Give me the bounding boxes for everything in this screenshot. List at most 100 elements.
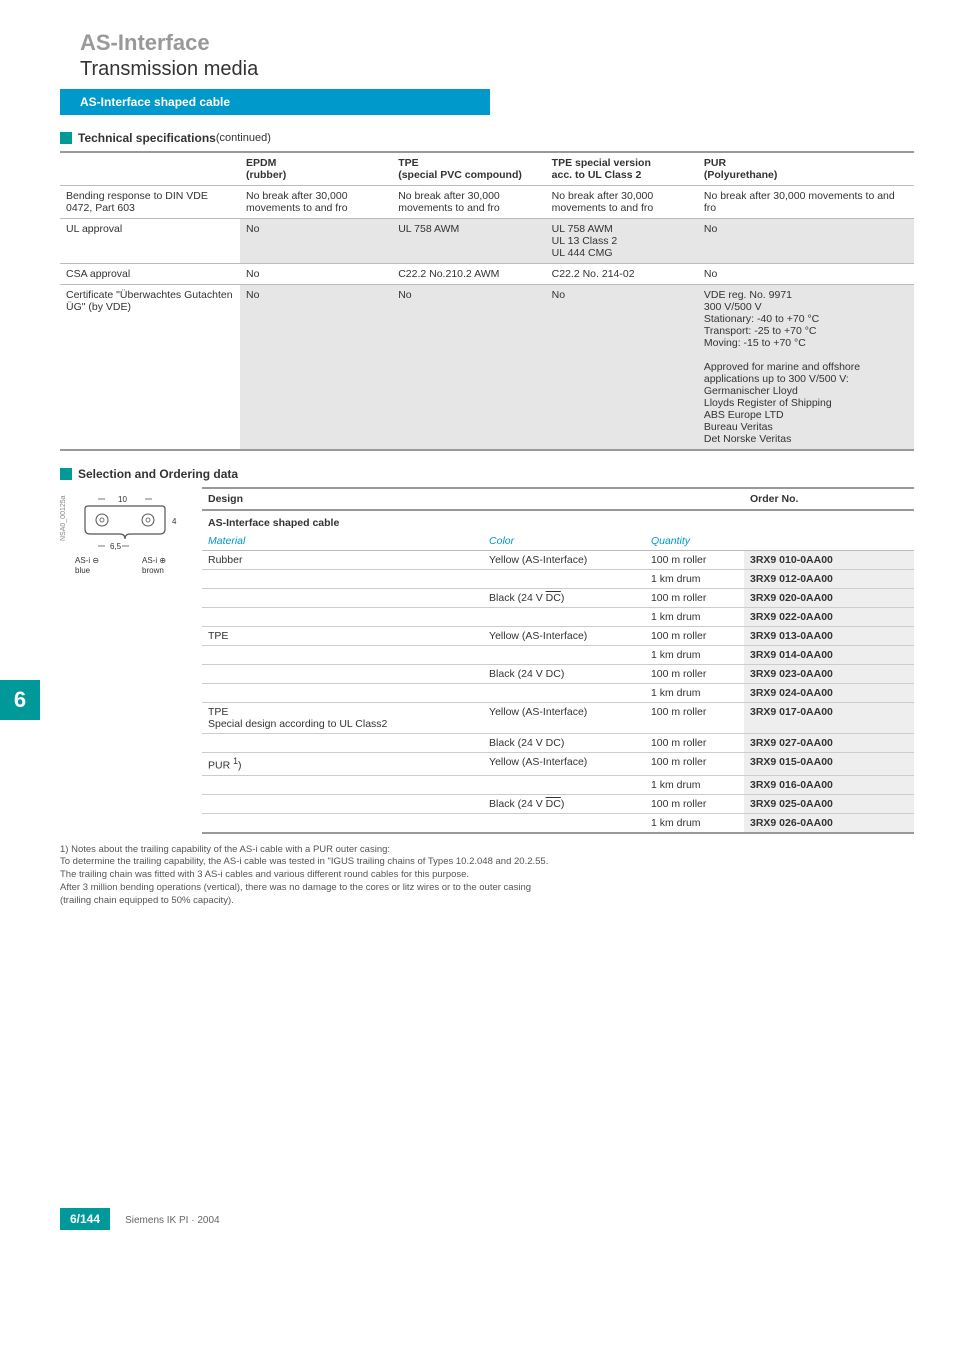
order-row: PUR 1)Yellow (AS-Interface)100 m roller3… <box>202 753 914 776</box>
order-row: RubberYellow (AS-Interface)100 m roller3… <box>202 551 914 570</box>
spec-row-label: UL approval <box>60 219 240 264</box>
order-color: Yellow (AS-Interface) <box>483 703 645 734</box>
order-color <box>483 684 645 703</box>
order-quantity: 1 km drum <box>645 608 744 627</box>
order-material: Rubber <box>202 551 483 570</box>
order-part-number: 3RX9 022-0AA00 <box>744 608 914 627</box>
order-material: TPESpecial design according to UL Class2 <box>202 703 483 734</box>
order-material <box>202 734 483 753</box>
order-row: Black (24 V DC)100 m roller3RX9 025-0AA0… <box>202 794 914 813</box>
order-material <box>202 684 483 703</box>
spec-row-label: Bending response to DIN VDE 0472, Part 6… <box>60 186 240 219</box>
ordering-section-header: Selection and Ordering data <box>60 467 914 481</box>
order-quantity: 100 m roller <box>645 627 744 646</box>
order-quantity: 1 km drum <box>645 813 744 833</box>
spec-row-label: CSA approval <box>60 264 240 285</box>
order-quantity: 100 m roller <box>645 753 744 776</box>
order-color: Black (24 V DC) <box>483 665 645 684</box>
ordering-table: Design Order No. AS-Interface shaped cab… <box>202 487 914 834</box>
order-material: PUR 1) <box>202 753 483 776</box>
order-part-number: 3RX9 014-0AA00 <box>744 646 914 665</box>
tech-spec-table: EPDM(rubber)TPE(special PVC compound)TPE… <box>60 151 914 451</box>
spec-col-header <box>60 152 240 186</box>
order-quantity: 1 km drum <box>645 570 744 589</box>
spec-cell: No break after 30,000 movements to and f… <box>240 186 392 219</box>
spec-cell: No break after 30,000 movements to and f… <box>546 186 698 219</box>
order-row: Black (24 V DC)100 m roller3RX9 027-0AA0… <box>202 734 914 753</box>
spec-cell: UL 758 AWM <box>392 219 545 264</box>
order-row: Black (24 V DC)100 m roller3RX9 020-0AA0… <box>202 589 914 608</box>
order-part-number: 3RX9 026-0AA00 <box>744 813 914 833</box>
tech-spec-section-header: Technical specifications (continued) <box>60 131 914 145</box>
order-part-number: 3RX9 012-0AA00 <box>744 570 914 589</box>
ordering-title: Selection and Ordering data <box>78 467 238 481</box>
order-quantity: 100 m roller <box>645 794 744 813</box>
order-row: 1 km drum3RX9 024-0AA00 <box>202 684 914 703</box>
order-row: Black (24 V DC)100 m roller3RX9 023-0AA0… <box>202 665 914 684</box>
order-row: 1 km drum3RX9 012-0AA00 <box>202 570 914 589</box>
order-color <box>483 813 645 833</box>
page-subtitle: Transmission media <box>80 58 914 81</box>
order-part-number: 3RX9 020-0AA00 <box>744 589 914 608</box>
svg-text:NSA0_00125a: NSA0_00125a <box>60 495 67 541</box>
order-row: TPEYellow (AS-Interface)100 m roller3RX9… <box>202 627 914 646</box>
order-color <box>483 608 645 627</box>
tech-spec-suffix: (continued) <box>216 132 271 144</box>
order-material <box>202 608 483 627</box>
order-part-number: 3RX9 016-0AA00 <box>744 775 914 794</box>
spec-col-header: PUR(Polyurethane) <box>698 152 914 186</box>
spec-row: CSA approvalNoC22.2 No.210.2 AWMC22.2 No… <box>60 264 914 285</box>
spec-row: Certificate "Überwachtes Gutachten ÜG" (… <box>60 285 914 451</box>
order-color: Yellow (AS-Interface) <box>483 753 645 776</box>
order-color <box>483 570 645 589</box>
order-part-number: 3RX9 027-0AA00 <box>744 734 914 753</box>
design-header: Design <box>202 488 744 510</box>
spec-row-label: Certificate "Überwachtes Gutachten ÜG" (… <box>60 285 240 451</box>
footer-text: Siemens IK PI · 2004 <box>125 1215 220 1226</box>
page-footer: 6/144 Siemens IK PI · 2004 <box>60 1208 914 1238</box>
spec-cell: No break after 30,000 movements to and f… <box>392 186 545 219</box>
svg-text:10: 10 <box>118 495 127 504</box>
tech-spec-title: Technical specifications <box>78 131 216 145</box>
svg-text:brown: brown <box>142 566 164 575</box>
order-material: TPE <box>202 627 483 646</box>
spec-cell: VDE reg. No. 9971300 V/500 VStationary: … <box>698 285 914 451</box>
order-no-header: Order No. <box>744 488 914 510</box>
order-quantity: 1 km drum <box>645 684 744 703</box>
spec-cell: No <box>240 264 392 285</box>
svg-text:AS-i ⊕: AS-i ⊕ <box>142 556 166 565</box>
spec-row: Bending response to DIN VDE 0472, Part 6… <box>60 186 914 219</box>
order-material <box>202 665 483 684</box>
spec-cell: No <box>698 264 914 285</box>
spec-cell: UL 758 AWMUL 13 Class 2UL 444 CMG <box>546 219 698 264</box>
order-row: 1 km drum3RX9 016-0AA00 <box>202 775 914 794</box>
order-material <box>202 794 483 813</box>
page-title: AS-Interface <box>80 30 914 56</box>
order-color: Yellow (AS-Interface) <box>483 627 645 646</box>
spec-row: UL approvalNoUL 758 AWMUL 758 AWMUL 13 C… <box>60 219 914 264</box>
order-quantity: 100 m roller <box>645 589 744 608</box>
order-color: Yellow (AS-Interface) <box>483 551 645 570</box>
order-color: Black (24 V DC) <box>483 794 645 813</box>
spec-cell: No break after 30,000 movements to and f… <box>698 186 914 219</box>
page-number: 6/144 <box>60 1208 110 1230</box>
order-material <box>202 813 483 833</box>
order-part-number: 3RX9 015-0AA00 <box>744 753 914 776</box>
order-quantity: 1 km drum <box>645 775 744 794</box>
order-part-number: 3RX9 017-0AA00 <box>744 703 914 734</box>
spec-cell: C22.2 No. 214-02 <box>546 264 698 285</box>
spec-cell: No <box>240 285 392 451</box>
order-part-number: 3RX9 025-0AA00 <box>744 794 914 813</box>
order-row: 1 km drum3RX9 022-0AA00 <box>202 608 914 627</box>
order-quantity: 100 m roller <box>645 665 744 684</box>
svg-text:blue: blue <box>75 566 91 575</box>
order-material <box>202 570 483 589</box>
spec-cell: No <box>240 219 392 264</box>
order-material <box>202 775 483 794</box>
svg-text:6,5: 6,5 <box>110 542 122 551</box>
order-row: 1 km drum3RX9 026-0AA00 <box>202 813 914 833</box>
cable-cross-section-diagram: NSA0_00125a 10 4 6,5 AS-i ⊖ blue AS-i ⊕ … <box>60 487 190 581</box>
footnotes: 1) Notes about the trailing capability o… <box>60 844 914 908</box>
order-part-number: 3RX9 023-0AA00 <box>744 665 914 684</box>
order-part-number: 3RX9 013-0AA00 <box>744 627 914 646</box>
